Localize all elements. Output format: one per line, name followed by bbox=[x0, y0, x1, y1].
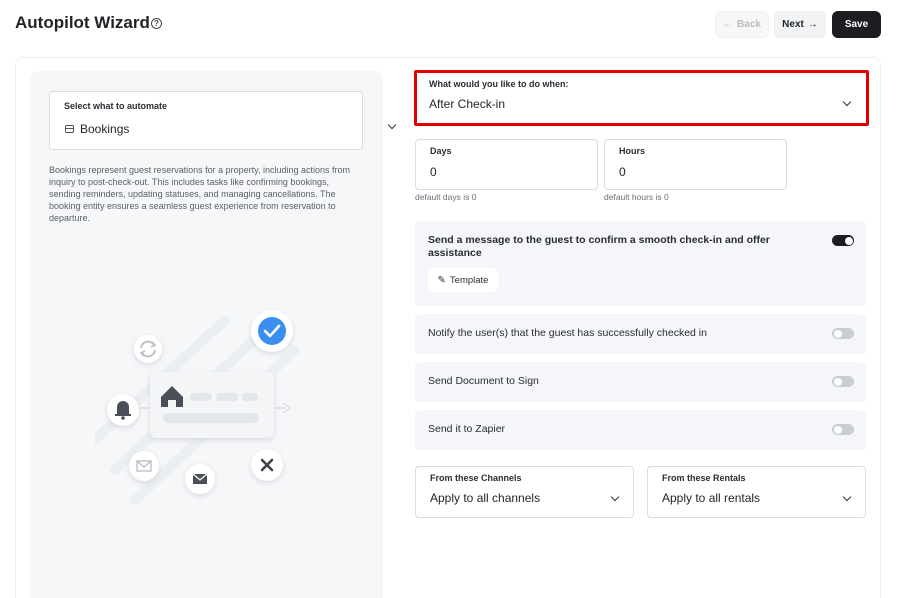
action-label: Send it to Zapier bbox=[428, 423, 506, 435]
calendar-icon bbox=[65, 125, 74, 133]
template-button-label: Template bbox=[449, 274, 489, 286]
next-button-label: Next bbox=[782, 19, 804, 30]
booking-illustration bbox=[95, 310, 300, 505]
back-button-label: Back bbox=[737, 19, 761, 30]
chevron-down-icon bbox=[842, 97, 852, 107]
trigger-select[interactable]: What would you like to do when: After Ch… bbox=[414, 70, 869, 126]
trigger-select-label: What would you like to do when: bbox=[429, 79, 569, 89]
action-card-zapier: Send it to Zapier bbox=[415, 410, 866, 450]
arrow-right-icon: → bbox=[807, 19, 818, 30]
days-hint: default days is 0 bbox=[415, 192, 477, 202]
trigger-select-value: After Check-in bbox=[429, 97, 506, 111]
hours-label: Hours bbox=[619, 146, 646, 156]
bell-icon bbox=[107, 394, 139, 426]
action-label: Send a message to the guest to confirm a… bbox=[428, 234, 770, 259]
save-button[interactable]: Save bbox=[832, 11, 881, 38]
action-toggle-send-message[interactable] bbox=[832, 235, 854, 246]
action-label: Send Document to Sign bbox=[428, 375, 539, 387]
rentals-label: From these Rentals bbox=[662, 473, 746, 483]
chevron-down-icon bbox=[610, 492, 620, 502]
channels-value: Apply to all channels bbox=[430, 491, 541, 505]
template-button[interactable]: ✎ Template bbox=[428, 268, 498, 292]
close-icon bbox=[251, 449, 283, 481]
sync-icon bbox=[134, 335, 162, 363]
back-button[interactable]: ← Back bbox=[715, 11, 769, 38]
rentals-select[interactable]: From these Rentals Apply to all rentals bbox=[647, 466, 866, 518]
next-button[interactable]: Next → bbox=[774, 11, 826, 38]
automate-select-value: Bookings bbox=[80, 122, 130, 136]
days-input[interactable]: Days 0 bbox=[415, 139, 598, 190]
arrow-left-icon: ← bbox=[723, 19, 734, 30]
hours-hint: default hours is 0 bbox=[604, 192, 669, 202]
hours-input[interactable]: Hours 0 bbox=[604, 139, 787, 190]
automate-select[interactable]: Select what to automate Bookings bbox=[49, 91, 397, 150]
action-label: Notify the user(s) that the guest has su… bbox=[428, 327, 707, 339]
question-circle-icon[interactable]: ? bbox=[151, 18, 162, 29]
page-title: Autopilot Wizard bbox=[15, 13, 150, 32]
booking-card bbox=[150, 372, 274, 438]
entity-description: Bookings represent guest reservations fo… bbox=[49, 165, 350, 223]
automate-select-label: Select what to automate bbox=[64, 101, 168, 111]
action-card-send-document: Send Document to Sign bbox=[415, 362, 866, 402]
channels-label: From these Channels bbox=[430, 473, 522, 483]
channels-select[interactable]: From these Channels Apply to all channel… bbox=[415, 466, 634, 518]
hours-value: 0 bbox=[619, 165, 626, 179]
days-label: Days bbox=[430, 146, 452, 156]
action-card-notify-users: Notify the user(s) that the guest has su… bbox=[415, 314, 866, 354]
chevron-down-icon bbox=[842, 492, 852, 502]
rentals-value: Apply to all rentals bbox=[662, 491, 761, 505]
pencil-icon: ✎ bbox=[437, 274, 446, 286]
check-circle-icon bbox=[251, 310, 293, 352]
action-toggle-send-document[interactable] bbox=[832, 376, 854, 387]
envelope-icon bbox=[185, 464, 215, 494]
save-button-label: Save bbox=[844, 19, 869, 30]
action-toggle-notify-users[interactable] bbox=[832, 328, 854, 339]
days-value: 0 bbox=[430, 165, 437, 179]
mail-icon bbox=[129, 451, 159, 481]
action-card-send-message: Send a message to the guest to confirm a… bbox=[415, 221, 866, 306]
action-toggle-zapier[interactable] bbox=[832, 424, 854, 435]
